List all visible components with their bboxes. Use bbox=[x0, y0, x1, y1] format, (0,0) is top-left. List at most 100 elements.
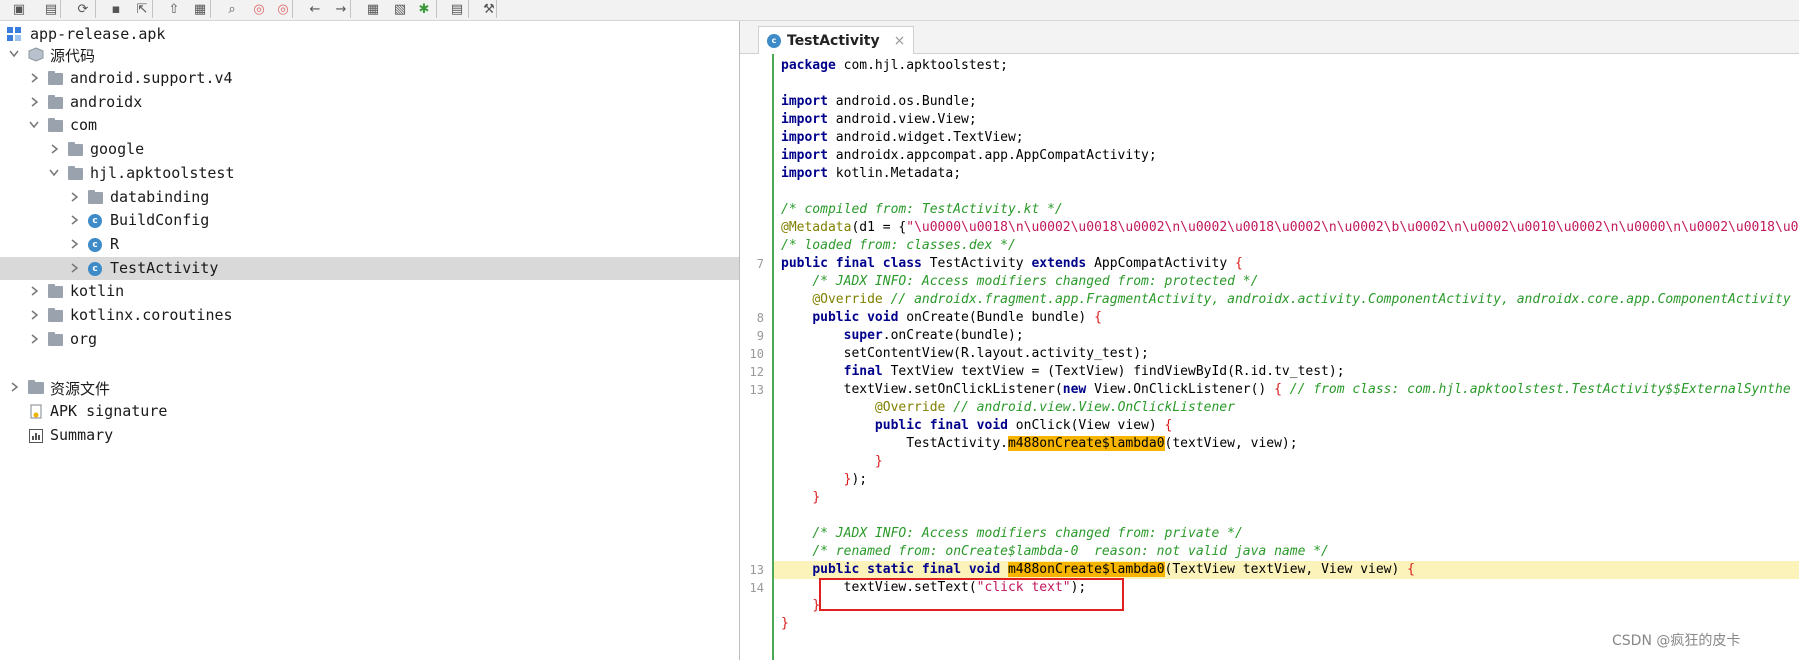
debug-bug-icon[interactable]: ✱ bbox=[415, 1, 433, 17]
code-line: super.onCreate(bundle); bbox=[781, 328, 1024, 343]
chevron-right-icon[interactable] bbox=[28, 71, 40, 85]
chevron-right-icon[interactable] bbox=[48, 142, 60, 156]
tree-item-label: hjl.apktoolstest bbox=[90, 163, 235, 182]
source-package-icon bbox=[28, 47, 44, 62]
chevron-down-icon[interactable] bbox=[48, 166, 60, 180]
tree-apk-signature[interactable]: APK signature bbox=[0, 400, 739, 423]
chevron-right-icon[interactable] bbox=[68, 237, 80, 251]
tree-item-label: org bbox=[70, 329, 98, 348]
chevron-right-icon[interactable] bbox=[28, 332, 40, 346]
tree-item-label: androidx bbox=[70, 92, 143, 111]
code-token: .onCreate(bundle); bbox=[882, 328, 1024, 343]
sync-icon[interactable]: ⟳ bbox=[74, 1, 92, 17]
toolbar-separator bbox=[95, 0, 96, 18]
tree-item-label: kotlinx.coroutines bbox=[70, 306, 233, 324]
add-file-icon[interactable]: ▤ bbox=[42, 1, 60, 17]
code-comment: // android.view.View.OnClickListener bbox=[953, 400, 1235, 415]
code-token: @Metadata bbox=[781, 220, 852, 235]
highlight-annotation-box bbox=[819, 578, 1124, 611]
tree-source-node[interactable]: 源代码 bbox=[0, 43, 739, 66]
class-icon: c bbox=[88, 237, 102, 252]
folder-icon bbox=[48, 284, 63, 299]
code-line: /* loaded from: classes.dex */ bbox=[781, 238, 1016, 253]
code-token: { bbox=[1274, 382, 1282, 397]
tree-package-item[interactable]: com bbox=[0, 114, 739, 137]
find-class-icon[interactable]: ◎ bbox=[250, 1, 268, 17]
code-token: (textView, view); bbox=[1164, 436, 1298, 451]
back-icon[interactable]: ← bbox=[306, 1, 324, 17]
forward-icon[interactable]: → bbox=[332, 1, 350, 17]
tree-resources-node[interactable]: 资源文件 bbox=[0, 376, 739, 399]
project-tree-panel: app-release.apk 源代码 android.support.v4 an… bbox=[0, 21, 739, 660]
code-keyword: import bbox=[781, 148, 828, 163]
apk-icon bbox=[6, 26, 22, 41]
open-file-icon[interactable]: ▣ bbox=[10, 1, 28, 17]
folder-icon bbox=[48, 118, 63, 133]
code-line: public static final void m488onCreate$la… bbox=[781, 562, 1415, 577]
chevron-right-icon[interactable] bbox=[28, 284, 40, 298]
tree-item-label: TestActivity bbox=[110, 258, 219, 277]
tree-item-label: R bbox=[110, 234, 120, 253]
search-icon[interactable]: ⌕ bbox=[223, 1, 241, 17]
chevron-down-icon[interactable] bbox=[28, 118, 40, 132]
code-line: import android.view.View; bbox=[781, 112, 977, 127]
code-comment: // androidx.fragment.app.FragmentActivit… bbox=[890, 292, 1791, 307]
export-icon[interactable]: ⇱ bbox=[133, 1, 151, 17]
tree-package-item[interactable]: android.support.v4 bbox=[0, 67, 739, 90]
tree-class-item[interactable]: c BuildConfig bbox=[0, 209, 739, 232]
line-number: 13 bbox=[749, 383, 764, 397]
chevron-right-icon[interactable] bbox=[68, 213, 80, 227]
tree-package-item[interactable]: kotlin bbox=[0, 280, 739, 303]
flatten-icon[interactable]: ⇧ bbox=[165, 1, 183, 17]
code-token: AppCompatActivity bbox=[1086, 256, 1235, 271]
tree-class-item[interactable]: c TestActivity bbox=[0, 256, 739, 280]
code-line: import android.widget.TextView; bbox=[781, 130, 1024, 145]
code-token: android.widget.TextView; bbox=[827, 130, 1024, 145]
decompile-icon[interactable]: ▦ bbox=[364, 1, 382, 17]
code-view-icon[interactable]: ▧ bbox=[391, 1, 409, 17]
tree-package-item[interactable]: databinding bbox=[0, 186, 739, 209]
code-line: /* renamed from: onCreate$lambda-0 reaso… bbox=[781, 544, 1329, 559]
apk-signature-label: APK signature bbox=[50, 402, 168, 420]
tree-package-item[interactable]: androidx bbox=[0, 91, 739, 114]
scope-indicator bbox=[772, 54, 774, 660]
save-icon[interactable]: ▪ bbox=[107, 1, 125, 17]
chevron-down-icon[interactable] bbox=[8, 47, 20, 61]
code-comment: /* renamed from: onCreate$lambda-0 reaso… bbox=[812, 544, 1329, 559]
tree-item-label: BuildConfig bbox=[110, 211, 210, 230]
chevron-right-icon[interactable] bbox=[68, 261, 80, 275]
chevron-right-icon[interactable] bbox=[8, 380, 20, 394]
chevron-right-icon[interactable] bbox=[68, 190, 80, 204]
tree-item-label: com bbox=[70, 116, 98, 135]
tree-package-item[interactable]: org bbox=[0, 328, 739, 351]
package-icon[interactable]: ▦ bbox=[191, 1, 209, 17]
code-line: public final void onClick(View view) { bbox=[781, 418, 1172, 433]
code-area[interactable]: package com.hjl.apktoolstest; import andr… bbox=[740, 54, 1799, 660]
code-line: final TextView textView = (TextView) fin… bbox=[781, 364, 1345, 379]
code-token: android.view.View; bbox=[827, 112, 977, 127]
tab-testactivity[interactable]: c TestActivity × bbox=[758, 26, 915, 54]
class-icon: c bbox=[88, 214, 102, 229]
code-comment: /* JADX INFO: Access modifiers changed f… bbox=[812, 526, 1243, 541]
chevron-right-icon[interactable] bbox=[28, 95, 40, 109]
close-icon[interactable]: × bbox=[894, 33, 906, 49]
log-icon[interactable]: ▤ bbox=[448, 1, 466, 17]
chevron-right-icon[interactable] bbox=[28, 308, 40, 322]
tree-summary[interactable]: Summary bbox=[0, 424, 739, 447]
tree-package-item[interactable]: google bbox=[0, 138, 739, 161]
code-comment: /* compiled from: TestActivity.kt */ bbox=[781, 202, 1063, 217]
find-usage-icon[interactable]: ◎ bbox=[274, 1, 292, 17]
toolbar-separator bbox=[350, 0, 351, 18]
tree-root-label: app-release.apk bbox=[30, 25, 166, 43]
code-keyword: import bbox=[781, 94, 828, 109]
code-highlighted-symbol: m488onCreate$lambda0 bbox=[1007, 436, 1165, 451]
tree-class-item[interactable]: cR bbox=[0, 233, 739, 256]
tree-package-item[interactable]: hjl.apktoolstest bbox=[0, 162, 739, 185]
tree-package-item[interactable]: kotlinx.coroutines bbox=[0, 304, 739, 327]
